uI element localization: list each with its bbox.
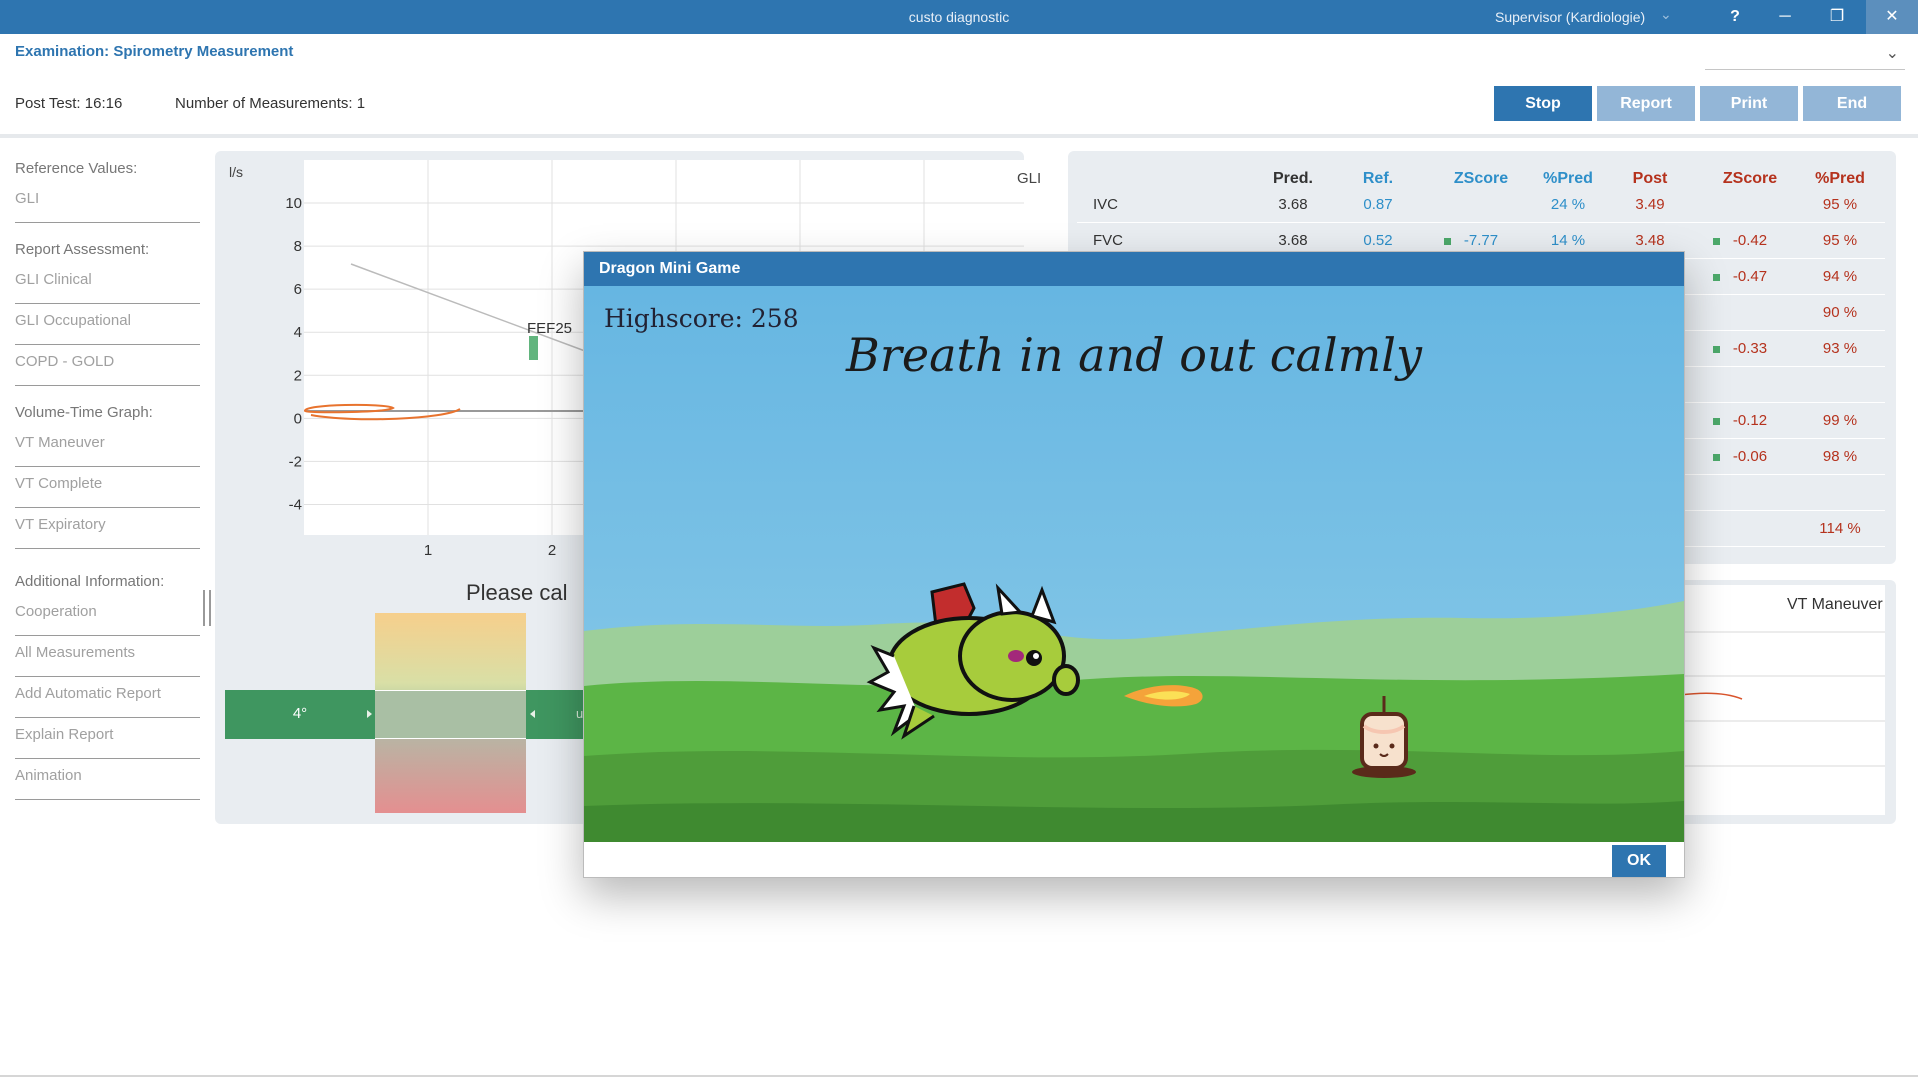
chevron-right-icon (367, 710, 372, 718)
volume-time-graph-label: Volume-Time Graph: (15, 404, 153, 421)
y-tick-label: 4 (294, 324, 302, 341)
dragon-game-dialog: Dragon Mini Game Highscore: 258 Breath i… (583, 251, 1685, 878)
user-menu[interactable]: Supervisor (Kardiologie) (1495, 9, 1645, 25)
sidebar-item-gli-occupational[interactable]: GLI Occupational (15, 304, 200, 345)
y-tick-label: 10 (285, 195, 302, 212)
table-cell-ref: 0.87 (1363, 196, 1393, 213)
title-bar: custo diagnostic Supervisor (Kardiologie… (0, 0, 1918, 34)
zscore-indicator-icon (1713, 274, 1720, 281)
col-zscore-ref[interactable]: ZScore (1436, 170, 1526, 188)
reference-values-select[interactable]: GLI (15, 182, 200, 223)
table-cell-pred: 3.68 (1278, 232, 1308, 249)
table-cell-pct2: 95 % (1822, 196, 1858, 213)
end-button[interactable]: End (1803, 86, 1901, 121)
table-cell-pct2: 93 % (1822, 340, 1858, 357)
col-pct-ref[interactable]: %Pred (1523, 170, 1613, 188)
stop-button[interactable]: Stop (1494, 86, 1592, 121)
zscore-indicator-icon (1713, 238, 1720, 245)
fef25-label: FEF25 (527, 320, 572, 337)
reference-values-label: Reference Values: (15, 160, 138, 177)
zscore-indicator-icon (1713, 346, 1720, 353)
measurement-count: Number of Measurements: 1 (175, 95, 366, 112)
chevron-left-icon (530, 710, 535, 718)
maximize-button[interactable]: ❐ (1812, 0, 1862, 34)
y-tick-label: -4 (289, 496, 302, 513)
view-dropdown[interactable]: ⌄ (1705, 40, 1905, 70)
game-instruction: Breath in and out calmly (846, 328, 1422, 382)
post-test-timer: Post Test: 16:16 (15, 95, 123, 112)
sidebar-item-animation[interactable]: Animation (15, 759, 200, 800)
minimize-button[interactable]: ─ (1760, 0, 1810, 34)
y-tick-label: 8 (294, 238, 302, 255)
zscore-indicator-icon (1713, 418, 1720, 425)
table-cell-post: 3.49 (1635, 196, 1665, 213)
additional-information-label: Additional Information: (15, 573, 165, 590)
table-cell-pct1: 24 % (1550, 196, 1586, 213)
table-cell-pct2: 90 % (1822, 304, 1858, 321)
zscore-indicator-icon (1713, 454, 1720, 461)
table-cell-pct2: 95 % (1822, 232, 1858, 249)
predicted-line (350, 263, 586, 352)
sidebar-item-gli-clinical[interactable]: GLI Clinical (15, 263, 200, 304)
bottom-divider (0, 1075, 1918, 1077)
y-tick-label: 6 (294, 281, 302, 298)
help-button[interactable]: ? (1710, 0, 1760, 34)
gauge-value: 4° (292, 705, 308, 722)
instruction-text: Please cal (466, 580, 568, 605)
vt-grid (1680, 631, 1885, 767)
y-axis-ticks: 10 8 6 4 2 0 -2 -4 (285, 195, 302, 513)
sidebar-item-vt-maneuver[interactable]: VT Maneuver (15, 426, 200, 467)
table-cell-pred: 3.68 (1278, 196, 1308, 213)
chevron-down-icon[interactable]: ⌄ (1886, 43, 1899, 63)
flow-curve (303, 403, 461, 421)
header-divider (0, 134, 1918, 138)
sidebar-item-copd-gold[interactable]: COPD - GOLD (15, 345, 200, 386)
col-pred[interactable]: Pred. (1248, 170, 1338, 188)
print-button[interactable]: Print (1700, 86, 1798, 121)
splitter-handle[interactable] (203, 590, 211, 626)
table-cell-name: IVC (1093, 196, 1119, 213)
game-canvas[interactable]: Highscore: 258 Breath in and out calmly (584, 286, 1684, 842)
sidebar-item-vt-expiratory[interactable]: VT Expiratory (15, 508, 200, 549)
dialog-title: Dragon Mini Game (584, 252, 1684, 286)
sidebar-item-explain-report[interactable]: Explain Report (15, 718, 200, 759)
table-cell-pct2: 99 % (1822, 412, 1858, 429)
report-button[interactable]: Report (1597, 86, 1695, 121)
reference-label: GLI (1017, 170, 1042, 187)
sidebar-item-add-automatic-report[interactable]: Add Automatic Report (15, 677, 200, 718)
table-cell-pct2: 94 % (1822, 268, 1858, 285)
zscore-indicator-icon (1444, 238, 1451, 245)
table-cell-pct1: 14 % (1550, 232, 1586, 249)
y-tick-label: 0 (294, 410, 302, 427)
table-cell-pct2: 98 % (1822, 448, 1858, 465)
exam-title: Examination: Spirometry Measurement (15, 43, 294, 60)
sidebar: Reference Values: GLI Report Assessment:… (15, 160, 200, 800)
x-tick-label: 1 (424, 542, 432, 559)
table-cell-name: FVC (1093, 232, 1123, 249)
ok-button[interactable]: OK (1612, 845, 1666, 877)
vt-maneuver-title: VT Maneuver (1787, 596, 1883, 613)
col-pct-post[interactable]: %Pred (1795, 170, 1885, 188)
report-assessment-label: Report Assessment: (15, 241, 150, 258)
sidebar-item-cooperation[interactable]: Cooperation (15, 595, 200, 636)
y-axis-unit: l/s (229, 164, 243, 180)
table-cell-ref: 0.52 (1363, 232, 1393, 249)
close-button[interactable]: ✕ (1866, 0, 1918, 34)
table-cell-post: 3.48 (1635, 232, 1665, 249)
col-post[interactable]: Post (1605, 170, 1695, 188)
breath-gauge-target (375, 690, 526, 739)
fef25-marker (529, 336, 538, 360)
col-ref[interactable]: Ref. (1333, 170, 1423, 188)
col-zscore-post[interactable]: ZScore (1705, 170, 1795, 188)
table-cell-pct2: 114 % (1819, 520, 1861, 537)
chevron-down-icon[interactable]: ⌄ (1660, 6, 1672, 23)
x-axis-ticks: 12 (424, 542, 556, 559)
y-tick-label: 2 (294, 367, 302, 384)
y-tick-label: -2 (289, 453, 302, 470)
x-tick-label: 2 (548, 542, 556, 559)
sidebar-item-vt-complete[interactable]: VT Complete (15, 467, 200, 508)
sidebar-item-all-measurements[interactable]: All Measurements (15, 636, 200, 677)
